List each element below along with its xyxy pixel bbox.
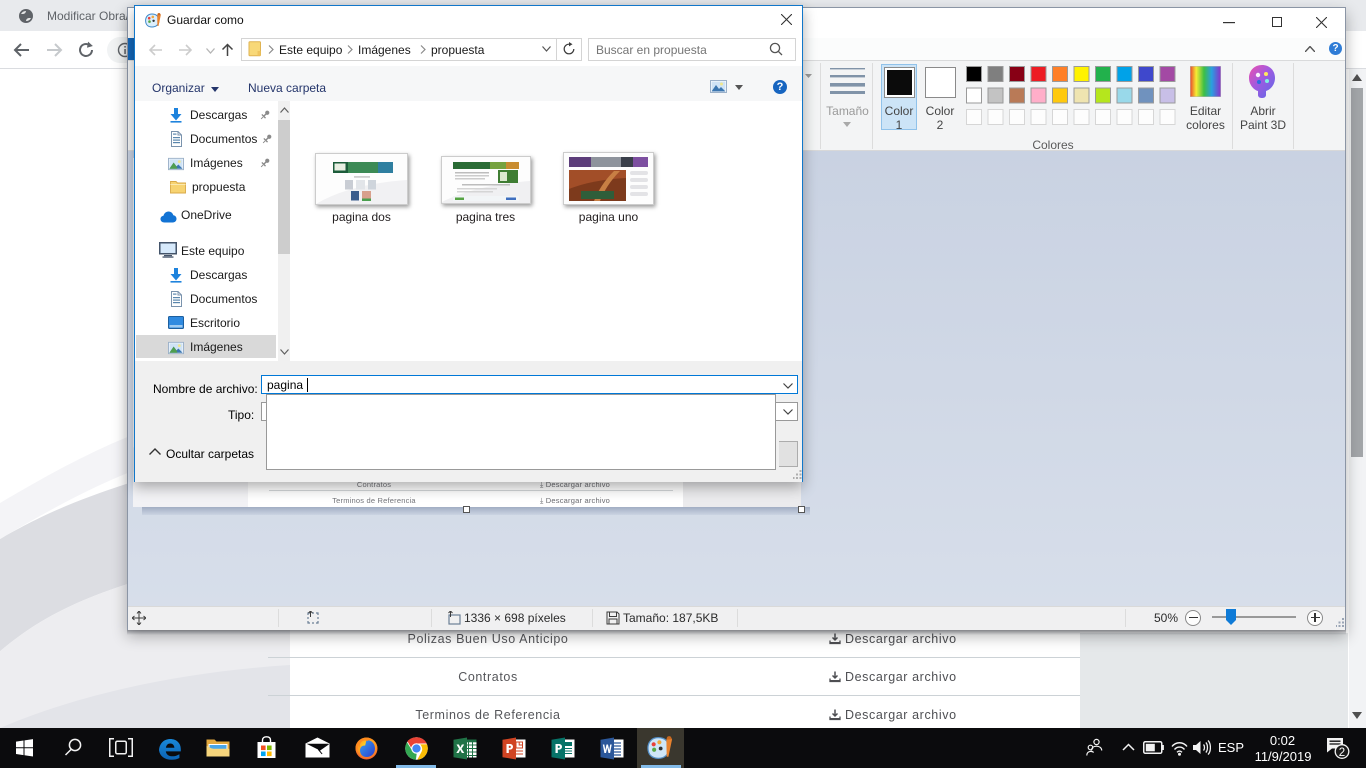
svg-text:2: 2 (1339, 747, 1345, 759)
